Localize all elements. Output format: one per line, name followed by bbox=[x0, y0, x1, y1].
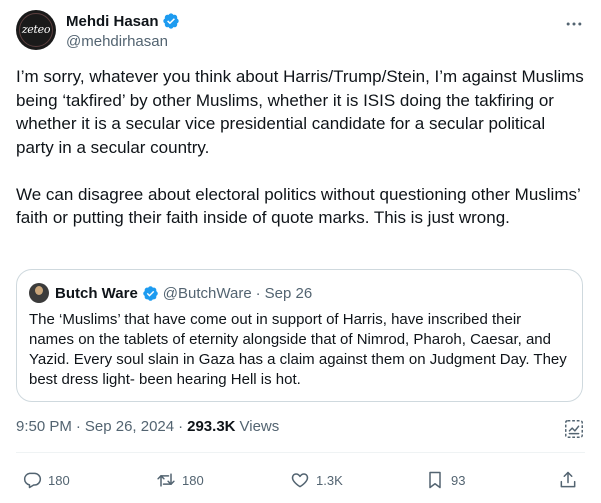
repost-icon bbox=[157, 473, 175, 487]
meta-dot: · bbox=[178, 418, 184, 435]
meta-dot: · bbox=[75, 418, 81, 435]
tweet-paragraph-1: I’m sorry, whatever you think about Harr… bbox=[16, 67, 584, 157]
tweet-text: I’m sorry, whatever you think about Harr… bbox=[16, 65, 584, 230]
views-label: Views bbox=[239, 418, 280, 435]
name-row: Mehdi Hasan bbox=[66, 10, 180, 32]
quote-text: The ‘Muslims’ that have come out in supp… bbox=[29, 311, 567, 388]
like-count: 1.3K bbox=[316, 472, 343, 488]
reply-icon bbox=[23, 472, 42, 489]
tweet-paragraph-2: We can disagree about electoral politics… bbox=[16, 184, 581, 228]
reply-button[interactable]: 180 bbox=[22, 468, 70, 492]
author-avatar[interactable]: zeteo bbox=[16, 10, 56, 50]
bookmark-button[interactable]: 93 bbox=[425, 468, 465, 492]
quoted-tweet[interactable]: Butch Ware @ButchWare · Sep 26 The ‘Musl… bbox=[16, 269, 583, 402]
quote-separator: · bbox=[255, 284, 261, 302]
quote-verified-badge-icon bbox=[143, 285, 158, 301]
verified-badge-icon[interactable] bbox=[162, 12, 180, 30]
views-count: 293.3K bbox=[187, 418, 236, 435]
author-block: Mehdi Hasan @mehdirhasan bbox=[66, 10, 180, 50]
tweet-header: zeteo Mehdi Hasan @mehdirhasan bbox=[16, 10, 586, 54]
tweet-meta: 9:50 PM · Sep 26, 2024 · 293.3K Views bbox=[16, 418, 279, 435]
tweet-time[interactable]: 9:50 PM bbox=[16, 418, 72, 435]
bookmark-icon bbox=[429, 471, 441, 489]
quote-date: Sep 26 bbox=[264, 284, 313, 302]
avatar-logo-text: zeteo bbox=[21, 23, 51, 36]
quote-author-avatar bbox=[29, 283, 49, 303]
share-button[interactable] bbox=[558, 468, 578, 492]
tweet-actions: 180 180 1.3K 93 bbox=[16, 468, 585, 492]
like-icon bbox=[291, 473, 309, 488]
share-icon bbox=[560, 471, 576, 488]
quote-author-handle: @ButchWare bbox=[162, 284, 252, 302]
repost-count: 180 bbox=[182, 472, 204, 488]
quote-header: Butch Ware @ButchWare · Sep 26 bbox=[29, 282, 570, 304]
more-icon bbox=[566, 22, 582, 26]
bookmark-count: 93 bbox=[451, 472, 466, 488]
actions-divider bbox=[16, 452, 585, 453]
author-name[interactable]: Mehdi Hasan bbox=[66, 13, 159, 30]
grok-icon[interactable] bbox=[563, 418, 585, 440]
like-button[interactable]: 1.3K bbox=[290, 468, 343, 492]
quote-author-name: Butch Ware bbox=[55, 284, 138, 302]
tweet-date[interactable]: Sep 26, 2024 bbox=[85, 418, 174, 435]
more-options-button[interactable] bbox=[562, 12, 586, 36]
reply-count: 180 bbox=[48, 472, 70, 488]
author-handle[interactable]: @mehdirhasan bbox=[66, 33, 180, 50]
repost-button[interactable]: 180 bbox=[156, 468, 204, 492]
